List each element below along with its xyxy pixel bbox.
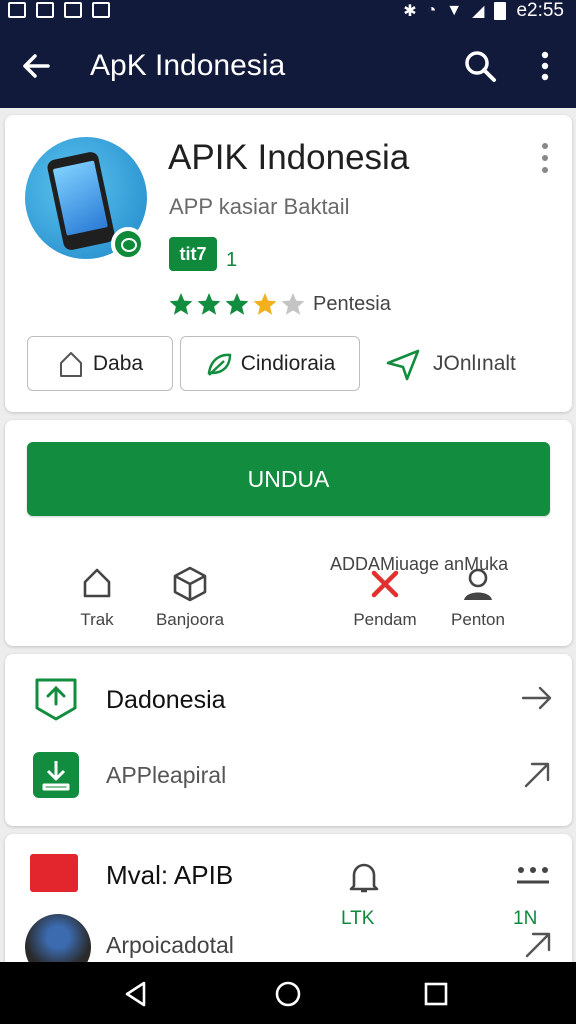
nav-recents-icon[interactable] xyxy=(420,978,452,1010)
box-icon xyxy=(173,566,207,602)
app-developer[interactable]: APP kasiar Baktail xyxy=(169,194,350,220)
app-header-card: APIK Indonesia APP kasiar Baktail tit7 1… xyxy=(5,115,572,412)
person-icon xyxy=(464,568,492,600)
back-arrow-icon[interactable] xyxy=(18,48,54,84)
link-row-dadonesia[interactable]: Dadonesia xyxy=(5,660,572,738)
related-subtitle: Arpoicadotal xyxy=(106,932,234,958)
more-options-icon[interactable] xyxy=(530,50,560,82)
chip-daba[interactable]: Daba xyxy=(27,336,173,391)
bell-label: LTK xyxy=(341,908,375,929)
star-icon xyxy=(253,293,277,315)
chip-label: Cindioraia xyxy=(240,351,336,375)
share-label: JOnlınalt xyxy=(433,351,516,375)
chip-label: Daba xyxy=(92,351,144,375)
app-bar-title: ApK Indonesia xyxy=(90,49,286,82)
related-title[interactable]: Mval: APIB xyxy=(106,860,233,891)
signal-icon: ◢ xyxy=(472,3,485,20)
app-bar: ApK Indonesia xyxy=(0,24,576,108)
alarm-icon: ◔ xyxy=(426,2,437,19)
more-horizontal-icon[interactable] xyxy=(515,864,551,888)
star-icon xyxy=(169,293,193,315)
system-nav-bar xyxy=(0,962,576,1024)
link-title: APPleapiral xyxy=(106,762,227,788)
app-notification-icon xyxy=(92,2,110,18)
link-title: Dadonesia xyxy=(106,686,226,714)
app-name: APIK Indonesia xyxy=(168,138,410,177)
search-icon[interactable] xyxy=(462,48,498,84)
send-icon xyxy=(386,349,420,380)
bluetooth-icon: ✱ xyxy=(403,3,417,20)
related-app-logo[interactable] xyxy=(30,854,78,892)
home-icon xyxy=(83,568,111,598)
action-label: Pendam xyxy=(353,610,417,629)
link-row-appleapiral[interactable]: APPleapiral xyxy=(5,736,572,814)
action-label: Trak xyxy=(80,610,114,629)
dots-label: 1N xyxy=(513,908,538,929)
status-bar: ✱ ◔ ▼ ◢ e2:55 xyxy=(0,0,576,24)
share-button[interactable]: JOnlınalt xyxy=(385,336,545,391)
action-pendam[interactable]: Pendam xyxy=(340,564,430,630)
chat-badge-icon xyxy=(111,227,145,261)
download-icon xyxy=(33,752,79,798)
links-card: Dadonesia APPleapiral xyxy=(5,654,572,826)
gallery-notification-icon xyxy=(36,2,54,18)
phone-graphic xyxy=(46,150,116,252)
badge-icon xyxy=(35,678,77,721)
star-icon xyxy=(197,293,221,315)
rating-label: Pentesia xyxy=(313,293,391,315)
nav-back-icon[interactable] xyxy=(120,978,152,1010)
arrow-right-icon xyxy=(521,686,552,710)
home-icon xyxy=(59,351,82,377)
x-mark-icon xyxy=(371,570,399,598)
star-rating xyxy=(169,293,305,315)
bell-icon[interactable] xyxy=(345,858,383,896)
battery-icon xyxy=(494,2,507,20)
chip-cindioraia[interactable]: Cindioraia xyxy=(180,336,360,391)
star-icon xyxy=(225,293,249,315)
action-label: Penton xyxy=(451,610,505,629)
wifi-icon: ▼ xyxy=(446,2,463,19)
nav-home-icon[interactable] xyxy=(272,978,304,1010)
action-trak[interactable]: Trak xyxy=(52,564,142,630)
rating-badge: tit7 xyxy=(169,237,217,271)
card-more-icon[interactable] xyxy=(535,141,555,175)
notification-icons xyxy=(8,2,110,18)
install-button[interactable]: UNDUA xyxy=(27,442,550,516)
action-penton[interactable]: Penton xyxy=(433,564,523,630)
status-time: e2:55 xyxy=(516,0,564,21)
image-notification-icon xyxy=(8,2,26,18)
chart-notification-icon xyxy=(64,2,82,18)
action-banjoora[interactable]: Banjoora xyxy=(145,564,235,630)
arrow-up-right-icon[interactable] xyxy=(523,930,553,960)
rating-count: 1 xyxy=(226,249,238,271)
leaf-icon xyxy=(207,353,231,376)
action-label: Banjoora xyxy=(155,610,225,629)
star-icon xyxy=(281,293,305,315)
install-card: UNDUA ADDAMiuage anMuka Trak Banjoora Pe… xyxy=(5,420,572,646)
arrow-up-right-icon xyxy=(524,762,550,788)
